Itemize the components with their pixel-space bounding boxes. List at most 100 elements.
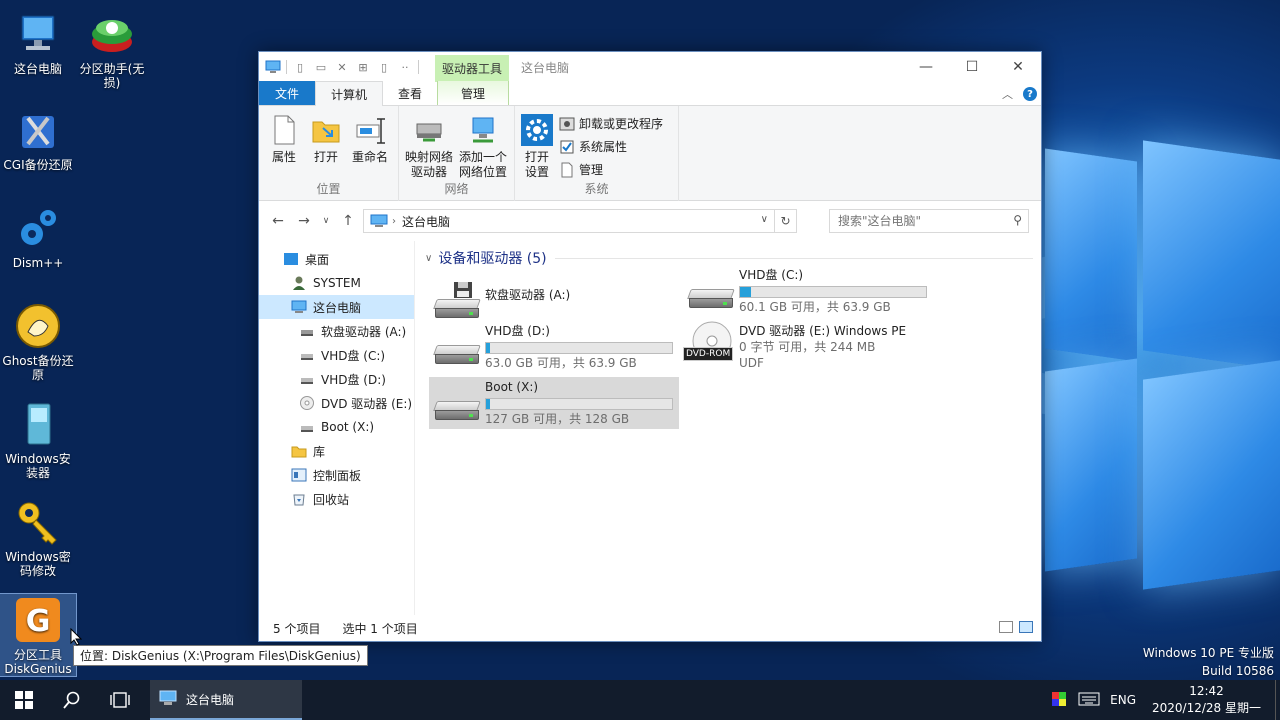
ribbon-group-location: 属性 打开 重命名 位置	[259, 106, 399, 201]
delete-qa-icon[interactable]: ✕	[334, 59, 350, 75]
installer-icon	[14, 400, 62, 448]
refresh-icon[interactable]: ↻	[774, 210, 796, 232]
nav-item-control-panel[interactable]: 控制面板	[259, 463, 414, 487]
collapse-ribbon-icon[interactable]: ︿	[1002, 86, 1013, 102]
drive-name: Boot (X:)	[485, 380, 539, 394]
manage-button[interactable]: 管理	[559, 160, 663, 179]
input-language[interactable]: ENG	[1110, 693, 1136, 707]
drive-usage-fill	[486, 399, 490, 409]
details-view-icon[interactable]	[999, 621, 1013, 633]
more-qa-icon[interactable]: ··	[397, 59, 413, 75]
desktop-icon-password-reset[interactable]: Windows密码修改	[0, 498, 76, 578]
search-box[interactable]: ⚲	[829, 209, 1029, 233]
file-explorer-window[interactable]: ▯ ▭ ✕ ⊞ ▯ ·· 驱动器工具 这台电脑 — ☐ ✕ 文件 计算机 查看 …	[258, 51, 1042, 642]
taskbar-app-this-pc[interactable]: 这台电脑	[150, 680, 302, 720]
drive-icon	[299, 420, 315, 434]
drive-name: DVD 驱动器 (E:) Windows PE	[739, 324, 907, 338]
search-icon[interactable]: ⚲	[1013, 213, 1022, 227]
properties-qa-icon[interactable]: ▯	[292, 59, 308, 75]
maximize-button[interactable]: ☐	[949, 52, 995, 82]
desktop-icon-cgi-backup[interactable]: CGI备份还原	[0, 106, 76, 172]
minimize-button[interactable]: —	[903, 52, 949, 82]
nav-item-floppy[interactable]: 软盘驱动器 (A:)	[259, 319, 414, 343]
desktop-icon-windows-installer[interactable]: Windows安装器	[0, 400, 76, 480]
clock[interactable]: 12:42 2020/12/28 星期一	[1152, 683, 1261, 717]
search-button[interactable]	[48, 680, 96, 720]
address-box[interactable]: › 这台电脑 ∨ ↻	[363, 209, 797, 233]
large-icons-view-icon[interactable]	[1019, 621, 1033, 633]
tab-view[interactable]: 查看	[383, 81, 437, 105]
drive-usage-fill	[486, 343, 490, 353]
diskgenius-icon: G	[14, 596, 62, 644]
desktop-icon-this-pc[interactable]: 这台电脑	[0, 10, 76, 76]
task-view-button[interactable]	[96, 680, 144, 720]
dvd-drive-icon: DVD-ROM	[683, 321, 739, 373]
title-bar[interactable]: ▯ ▭ ✕ ⊞ ▯ ·· 驱动器工具 这台电脑 — ☐ ✕	[259, 52, 1041, 82]
drive-icon	[299, 348, 315, 362]
pc-small-icon	[265, 59, 281, 75]
recent-dropdown-icon[interactable]: ∨	[317, 216, 335, 226]
nav-item-drive-d[interactable]: VHD盘 (D:)	[259, 367, 414, 391]
nav-item-system-user[interactable]: SYSTEM	[259, 271, 414, 295]
breadcrumb[interactable]: 这台电脑	[402, 213, 450, 230]
key-icon	[14, 498, 62, 546]
drive-vhd-d[interactable]: VHD盘 (D:) 63.0 GB 可用，共 63.9 GB	[429, 321, 679, 373]
desktop-icon-diskgenius[interactable]: G 分区工具DiskGenius	[0, 593, 77, 677]
drive-icon	[299, 372, 315, 386]
hard-drive-icon	[429, 321, 485, 373]
keyboard-icon[interactable]	[1078, 692, 1100, 709]
chevron-down-icon[interactable]: ∨	[761, 214, 768, 225]
drive-vhd-c[interactable]: VHD盘 (C:) 60.1 GB 可用，共 63.9 GB	[683, 265, 933, 317]
search-icon	[63, 691, 80, 709]
nav-item-recycle-bin[interactable]: 回收站	[259, 487, 414, 511]
nav-item-drive-c[interactable]: VHD盘 (C:)	[259, 343, 414, 367]
desktop-icon-label: Ghost备份还原	[2, 354, 74, 382]
new-folder-qa-icon[interactable]: ▭	[313, 59, 329, 75]
nav-item-desktop[interactable]: 桌面	[259, 247, 414, 271]
back-arrow-icon[interactable]: ←	[265, 213, 291, 229]
windows-start-icon	[15, 691, 33, 709]
task-view-icon	[110, 692, 130, 708]
hard-drive-icon	[683, 265, 739, 317]
drive-usage-fill	[740, 287, 752, 297]
color-app-icon[interactable]	[1052, 691, 1067, 709]
desktop-folder-icon	[283, 252, 299, 266]
diskgenius-tooltip: 位置: DiskGenius (X:\Program Files\DiskGen…	[73, 645, 368, 666]
system-properties-button[interactable]: 系统属性	[559, 137, 663, 156]
user-icon	[291, 276, 307, 290]
ribbon-group-system: 打开设置 卸载或更改程序 系统属性 管理 系统	[515, 106, 679, 201]
drive-boot-x[interactable]: Boot (X:) 127 GB 可用，共 128 GB	[429, 377, 679, 429]
desktop-icon-label: 这台电脑	[13, 62, 62, 76]
page-qa-icon[interactable]: ▯	[376, 59, 392, 75]
show-desktop-button[interactable]	[1275, 680, 1280, 720]
tab-file[interactable]: 文件	[259, 81, 315, 105]
nav-item-boot-x[interactable]: Boot (X:)	[259, 415, 414, 439]
windows-logo-upper	[1045, 148, 1137, 362]
computer-icon	[14, 10, 62, 58]
help-icon[interactable]: ?	[1023, 87, 1037, 101]
desktop-icon-dism[interactable]: Dism++	[0, 204, 76, 270]
ribbon-tabs: 文件 计算机 查看 管理 ︿ ?	[259, 81, 1041, 106]
desktop-icon-ghost[interactable]: Ghost备份还原	[0, 302, 76, 382]
close-button[interactable]: ✕	[995, 52, 1041, 82]
nav-item-dvd[interactable]: DVD 驱动器 (E:) W	[259, 391, 414, 415]
page-icon	[559, 162, 575, 178]
drive-filesystem: UDF	[739, 356, 764, 370]
tab-computer[interactable]: 计算机	[315, 81, 384, 106]
forward-arrow-icon[interactable]: →	[291, 213, 317, 229]
desktop-icon-partition-assistant[interactable]: 分区助手(无损)	[74, 10, 150, 90]
rename-qa-icon[interactable]: ⊞	[355, 59, 371, 75]
uninstall-programs-button[interactable]: 卸载或更改程序	[559, 114, 663, 133]
chevron-down-icon[interactable]: ∨	[425, 253, 432, 264]
drive-dvd-e[interactable]: DVD-ROM DVD 驱动器 (E:) Windows PE 0 字节 可用，…	[683, 321, 933, 373]
up-arrow-icon[interactable]: ↑	[335, 213, 361, 229]
tab-manage[interactable]: 管理	[437, 81, 510, 105]
drive-icon	[299, 324, 315, 338]
nav-item-this-pc[interactable]: 这台电脑	[259, 295, 414, 319]
drive-name: VHD盘 (C:)	[739, 268, 804, 282]
selected-count: 选中 1 个项目	[342, 621, 418, 636]
search-input[interactable]	[838, 214, 998, 228]
start-button[interactable]	[0, 680, 48, 720]
nav-item-libraries[interactable]: 库	[259, 439, 414, 463]
desktop-icon-label: Windows密码修改	[5, 550, 71, 578]
